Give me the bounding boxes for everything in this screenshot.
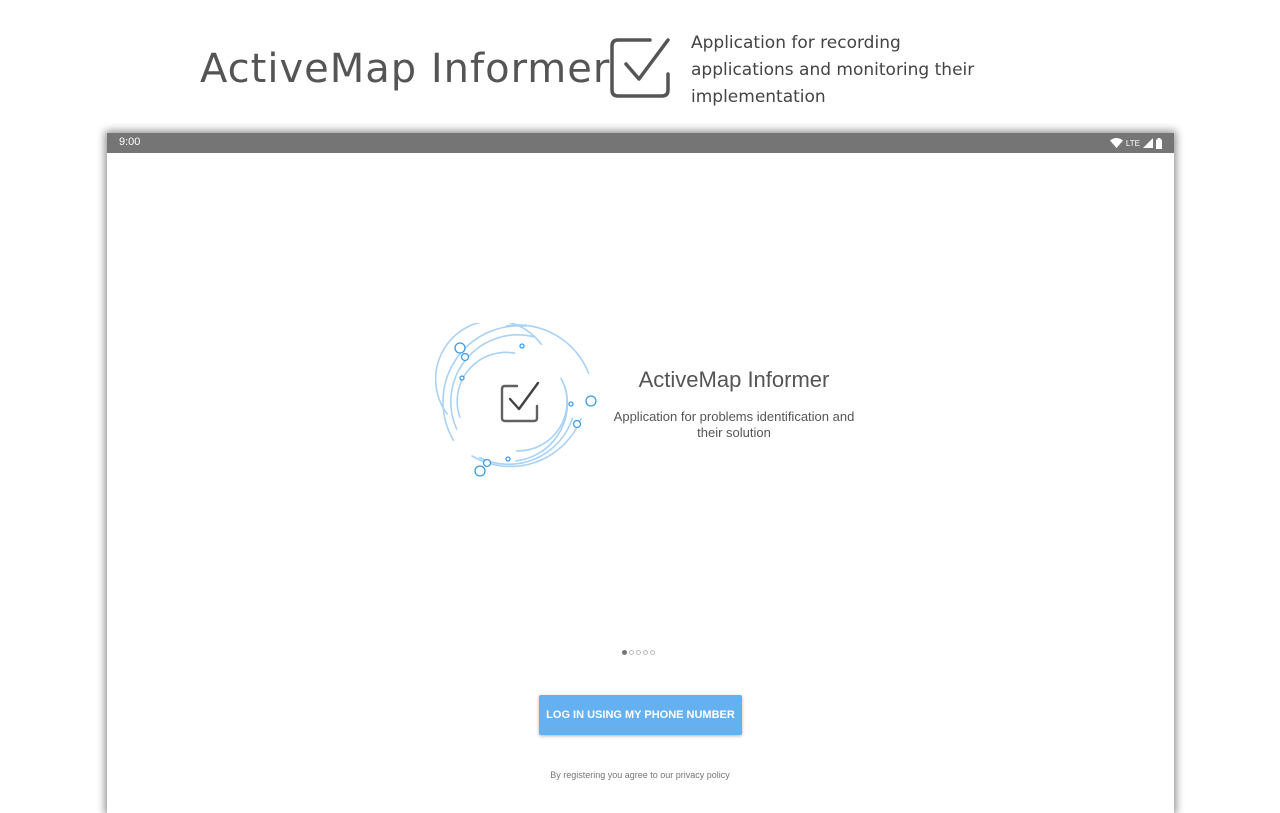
page-dot-5[interactable] [650,650,655,655]
network-type: LTE [1125,138,1140,148]
app-logo [435,323,597,477]
promo-title: ActiveMap Informer [200,46,611,92]
page-indicator[interactable] [622,650,655,655]
wifi-icon [1109,138,1123,148]
checkbox-icon [500,381,540,423]
page-dot-3[interactable] [636,650,641,655]
page-dot-2[interactable] [629,650,634,655]
status-time: 9:00 [119,136,141,148]
battery-icon [1156,137,1162,149]
status-bar: 9:00 LTE [107,133,1174,153]
login-phone-button[interactable]: LOG IN USING MY PHONE NUMBER [539,695,742,735]
onboarding-subtitle: Application for problems identification … [613,409,855,440]
page-dot-1[interactable] [622,650,627,655]
checkbox-icon [610,38,670,98]
privacy-policy-text[interactable]: By registering you agree to our privacy … [490,770,790,780]
page-dot-4[interactable] [643,650,648,655]
promo-tagline: Application for recording applications a… [691,33,975,107]
signal-icon [1143,138,1153,148]
device-screen: 9:00 LTE ActiveMap Informer Application … [107,133,1174,813]
status-icons: LTE [1109,136,1162,150]
onboarding-title: ActiveMap Informer [638,367,830,392]
